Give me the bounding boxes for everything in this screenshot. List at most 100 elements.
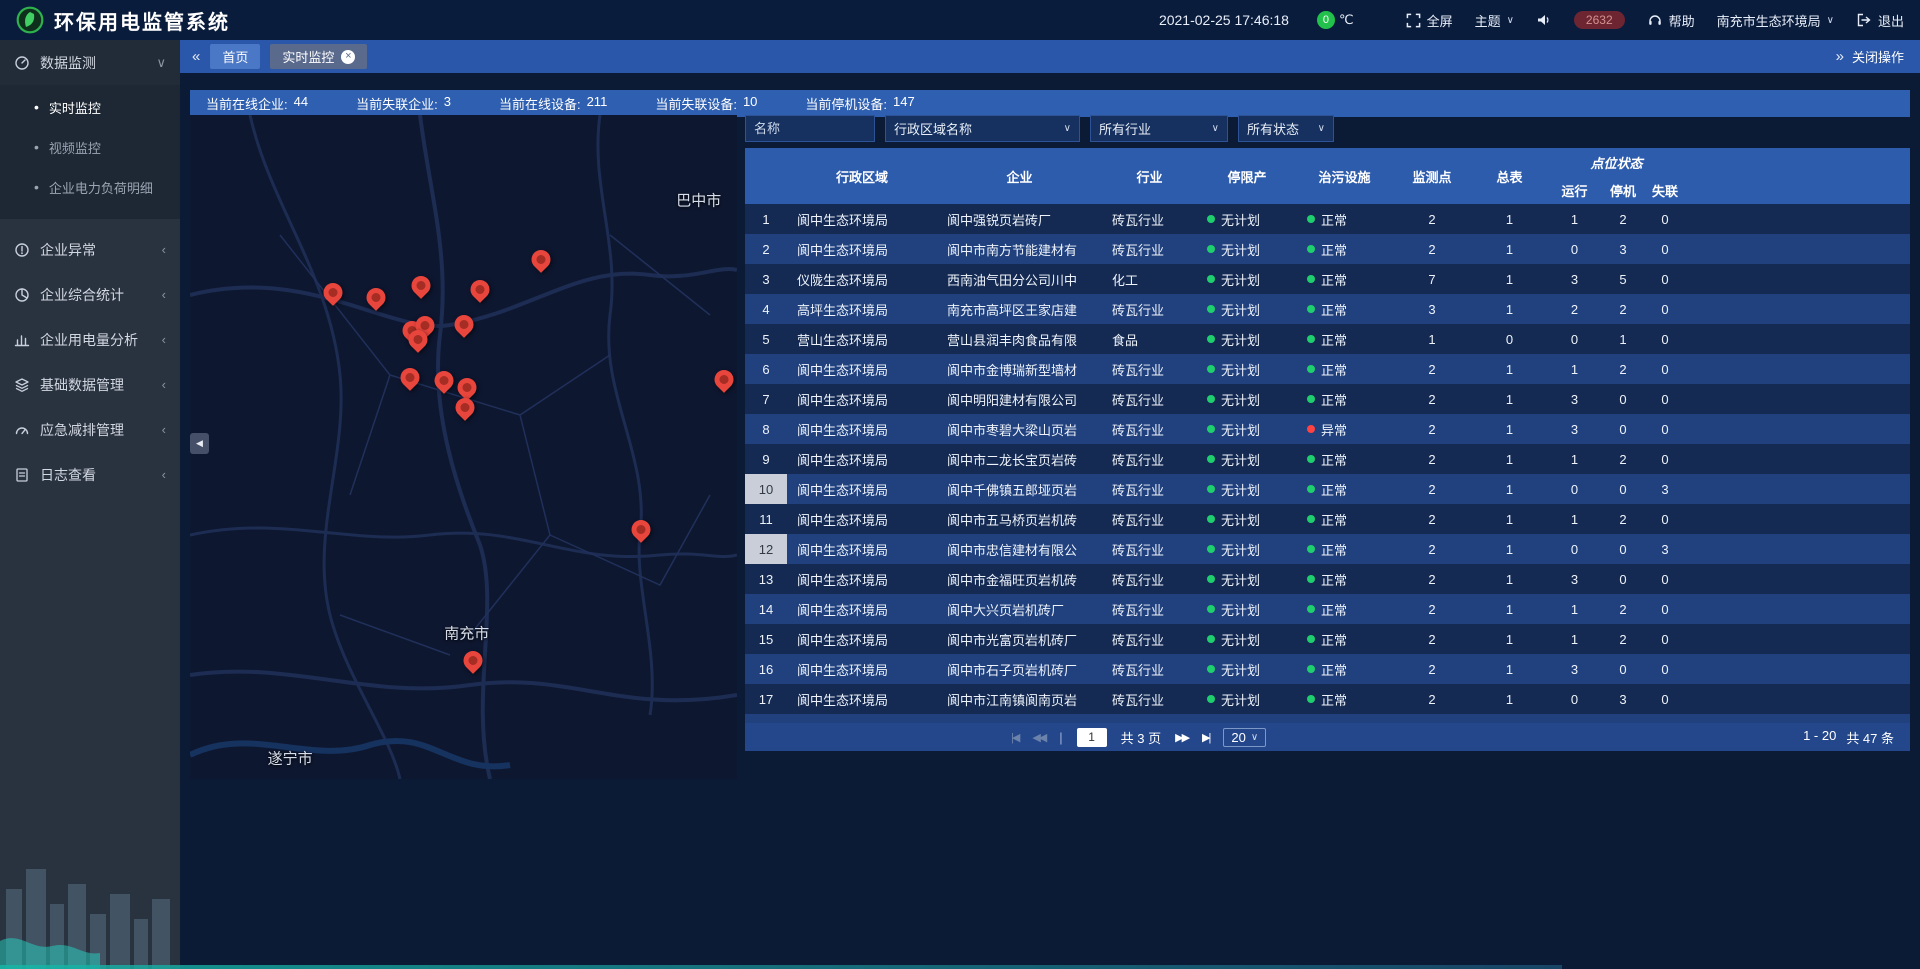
close-operations-button[interactable]: » 关闭操作	[1836, 47, 1908, 66]
table-row[interactable]: 3仪陇生态环境局西南油气田分公司川中化工无计划正常71350	[745, 264, 1910, 294]
sidebar-item-power-load-detail[interactable]: • 企业电力负荷明细	[0, 167, 180, 207]
cell-industry: 砖瓦行业	[1102, 444, 1197, 474]
pagination-bar: |◀ ◀◀ | 共 3 页 ▶▶ ▶| 20 ∨ 1 - 20 共 47 条	[745, 723, 1910, 751]
table-row[interactable]: 15阆中生态环境局阆中市光富页岩机砖厂砖瓦行业无计划正常21120	[745, 624, 1910, 654]
region-select[interactable]: 行政区域名称 ∨	[885, 115, 1080, 142]
sidebar-item-base-data[interactable]: 基础数据管理 ‹	[0, 362, 180, 407]
cell-industry: 砖瓦行业	[1102, 624, 1197, 654]
layers-icon	[14, 377, 30, 393]
table-row[interactable]: 9阆中生态环境局阆中市二龙长宝页岩砖砖瓦行业无计划正常21120	[745, 444, 1910, 474]
logout-label: 退出	[1878, 11, 1904, 30]
table-row[interactable]: 11阆中生态环境局阆中市五马桥页岩机砖砖瓦行业无计划正常21120	[745, 504, 1910, 534]
cell-facility: 异常	[1297, 414, 1392, 444]
cell-limit: 无计划	[1197, 714, 1297, 723]
close-icon[interactable]: ×	[341, 50, 355, 64]
cell-run: 0	[1547, 324, 1602, 354]
theme-dropdown[interactable]: 主题 ∨	[1475, 11, 1514, 30]
col-region: 行政区域	[787, 148, 937, 204]
sidebar-submenu: • 实时监控 • 视频监控 • 企业电力负荷明细	[0, 85, 180, 219]
cell-facility: 正常	[1297, 354, 1392, 384]
table-row[interactable]: 6阆中生态环境局阆中市金博瑞新型墙材砖瓦行业无计划正常21120	[745, 354, 1910, 384]
tab-home[interactable]: 首页	[210, 44, 260, 69]
help-button[interactable]: 帮助	[1647, 11, 1695, 30]
sidebar-item-emergency-reduction[interactable]: 应急减排管理 ‹	[0, 407, 180, 452]
sidebar-item-realtime-monitor[interactable]: • 实时监控	[0, 87, 180, 127]
cell-meters: 1	[1472, 624, 1547, 654]
page-size-select[interactable]: 20 ∨	[1223, 728, 1266, 747]
cell-filler	[1686, 654, 1910, 684]
cell-facility: 正常	[1297, 264, 1392, 294]
cell-points: 7	[1392, 264, 1472, 294]
notification-badge[interactable]: 2632	[1574, 11, 1625, 29]
cell-stop: 0	[1602, 654, 1644, 684]
cell-company: 阆中强锐页岩砖厂	[937, 204, 1102, 234]
row-index: 5	[745, 324, 787, 354]
map-collapse-button[interactable]: ◀	[190, 433, 209, 454]
status-dot	[1307, 395, 1315, 403]
table-row[interactable]: 7阆中生态环境局阆中明阳建材有限公司砖瓦行业无计划正常21300	[745, 384, 1910, 414]
cell-region: 阆中生态环境局	[787, 234, 937, 264]
status-select[interactable]: 所有状态 ∨	[1238, 115, 1334, 142]
cell-company: 阆中市南方节能建材有	[937, 234, 1102, 264]
sidebar-item-data-monitor[interactable]: 数据监测 ∨	[0, 40, 180, 85]
cell-company: 阆中市光富页岩机砖厂	[937, 624, 1102, 654]
name-search-input[interactable]	[745, 115, 875, 142]
org-dropdown[interactable]: 南充市生态环境局 ∨	[1717, 11, 1834, 30]
cell-run: 0	[1547, 684, 1602, 714]
cell-meters: 1	[1472, 264, 1547, 294]
chevron-down-icon: ∨	[1318, 123, 1325, 134]
table-row[interactable]: 17阆中生态环境局阆中市江南镇阆南页岩砖瓦行业无计划正常21030	[745, 684, 1910, 714]
cell-facility: 正常	[1297, 714, 1392, 723]
table-row[interactable]: 2阆中生态环境局阆中市南方节能建材有砖瓦行业无计划正常21030	[745, 234, 1910, 264]
cell-region: 阆中生态环境局	[787, 444, 937, 474]
industry-select[interactable]: 所有行业 ∨	[1090, 115, 1228, 142]
cell-points: 2	[1392, 354, 1472, 384]
logout-button[interactable]: 退出	[1856, 11, 1904, 30]
page-number-input[interactable]	[1077, 728, 1107, 747]
status-dot	[1307, 365, 1315, 373]
row-index: 16	[745, 654, 787, 684]
table-row[interactable]: 10阆中生态环境局阆中千佛镇五郎垭页岩砖瓦行业无计划正常21003	[745, 474, 1910, 504]
table-row[interactable]: 1阆中生态环境局阆中强锐页岩砖厂砖瓦行业无计划正常21120	[745, 204, 1910, 234]
first-page-button[interactable]: |◀	[1011, 731, 1018, 744]
tabs-scroll-right-icon[interactable]: »	[1836, 48, 1844, 65]
row-index: 4	[745, 294, 787, 324]
tabs-scroll-left-icon[interactable]: «	[192, 48, 200, 65]
table-row[interactable]: 4高坪生态环境局南充市高坪区王家店建砖瓦行业无计划正常31220	[745, 294, 1910, 324]
last-page-button[interactable]: ▶|	[1202, 731, 1209, 744]
table-row[interactable]: 5营山生态环境局营山县润丰肉食品有限食品无计划正常10010	[745, 324, 1910, 354]
cell-stop: 5	[1602, 264, 1644, 294]
cell-lost: 0	[1644, 654, 1686, 684]
table-row[interactable]: 18南部生态环境局南部县兴盛页岩砖有限砖瓦行业无计划正常21030	[745, 714, 1910, 723]
status-dot	[1307, 515, 1315, 523]
cell-stop: 0	[1602, 564, 1644, 594]
col-index	[745, 148, 787, 204]
prev-page-button[interactable]: ◀◀	[1032, 731, 1045, 744]
table-row[interactable]: 12阆中生态环境局阆中市忠信建材有限公砖瓦行业无计划正常21003	[745, 534, 1910, 564]
table-row[interactable]: 14阆中生态环境局阆中大兴页岩机砖厂砖瓦行业无计划正常21120	[745, 594, 1910, 624]
map-panel[interactable]: 巴中市南充市遂宁市 ◀	[190, 115, 737, 779]
cell-lost: 0	[1644, 294, 1686, 324]
fullscreen-button[interactable]: 全屏	[1406, 11, 1453, 30]
table-row[interactable]: 16阆中生态环境局阆中市石子页岩机砖厂砖瓦行业无计划正常21300	[745, 654, 1910, 684]
cell-facility: 正常	[1297, 444, 1392, 474]
sidebar-item-company-abnormal[interactable]: 企业异常 ‹	[0, 227, 180, 272]
sidebar-item-power-analysis[interactable]: 企业用电量分析 ‹	[0, 317, 180, 362]
status-dot	[1307, 605, 1315, 613]
table-row[interactable]: 13阆中生态环境局阆中市金福旺页岩机砖砖瓦行业无计划正常21300	[745, 564, 1910, 594]
help-label: 帮助	[1669, 11, 1695, 30]
table-row[interactable]: 8阆中生态环境局阆中市枣碧大梁山页岩砖瓦行业无计划异常21300	[745, 414, 1910, 444]
cell-industry: 食品	[1102, 324, 1197, 354]
next-page-button[interactable]: ▶▶	[1175, 731, 1188, 744]
sound-button[interactable]	[1536, 12, 1552, 28]
sidebar-item-company-statistics[interactable]: 企业综合统计 ‹	[0, 272, 180, 317]
sidebar-item-video-monitor[interactable]: • 视频监控	[0, 127, 180, 167]
sidebar-item-label: 实时监控	[49, 98, 101, 117]
cell-meters: 1	[1472, 354, 1547, 384]
cell-run: 3	[1547, 264, 1602, 294]
cell-limit: 无计划	[1197, 354, 1297, 384]
cell-limit: 无计划	[1197, 234, 1297, 264]
bullet-icon: •	[34, 179, 39, 195]
tab-realtime-monitor[interactable]: 实时监控 ×	[270, 44, 367, 69]
sidebar-item-log-view[interactable]: 日志查看 ‹	[0, 452, 180, 497]
